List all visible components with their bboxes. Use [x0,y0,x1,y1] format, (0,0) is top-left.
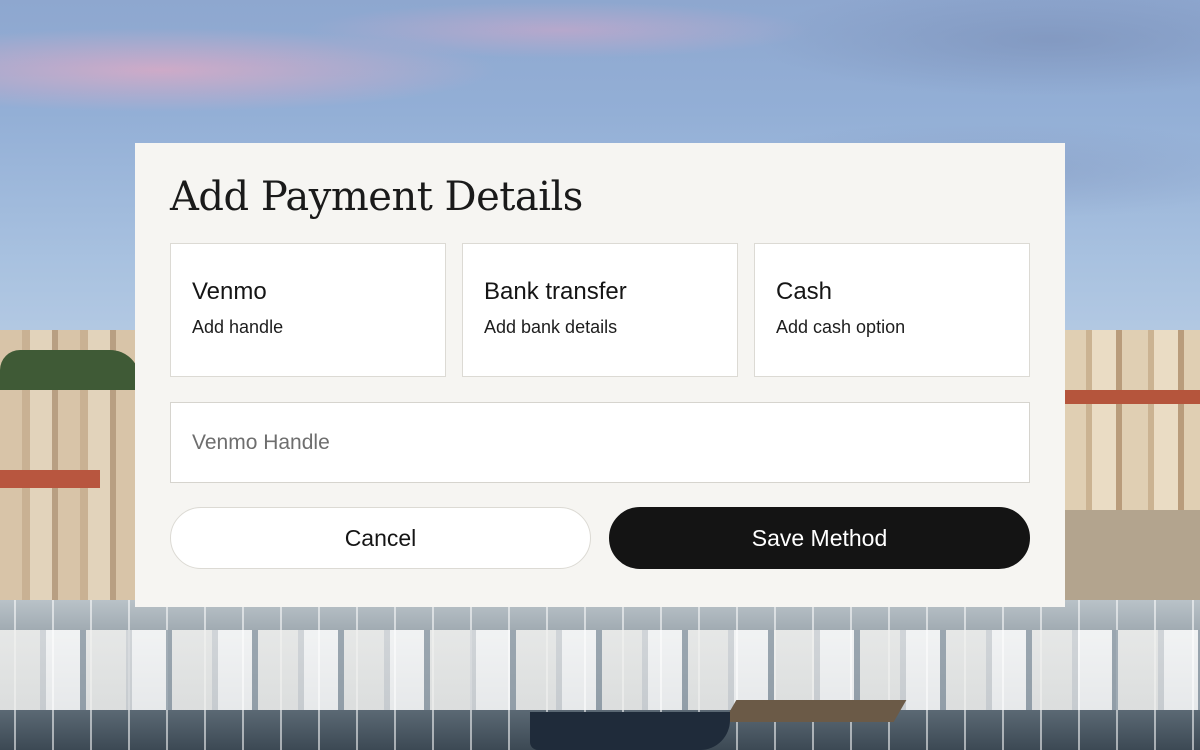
dialog-actions: Cancel Save Method [170,507,1030,569]
boat-hull [530,712,730,750]
method-description: Add handle [192,317,284,337]
method-name: Venmo [192,278,267,305]
method-card-cash[interactable]: Cash Add cash option [754,243,1030,377]
save-method-button[interactable]: Save Method [609,507,1030,569]
moored-boats [0,630,1200,710]
city-buildings-left [0,330,140,630]
method-card-bank-transfer[interactable]: Bank transfer Add bank details [462,243,738,377]
payment-method-options: Venmo Add handle Bank transfer Add bank … [170,243,1030,377]
city-buildings-right [1060,330,1200,610]
dialog-title: Add Payment Details [170,174,583,220]
method-description: Add bank details [484,317,618,337]
venmo-handle-input[interactable] [170,402,1030,483]
method-name: Bank transfer [484,278,627,305]
pier [723,700,907,722]
cancel-button[interactable]: Cancel [170,507,591,569]
method-card-venmo[interactable]: Venmo Add handle [170,243,446,377]
add-payment-dialog: Add Payment Details Venmo Add handle Ban… [135,143,1065,607]
method-description: Add cash option [776,317,906,337]
method-name: Cash [776,278,833,305]
